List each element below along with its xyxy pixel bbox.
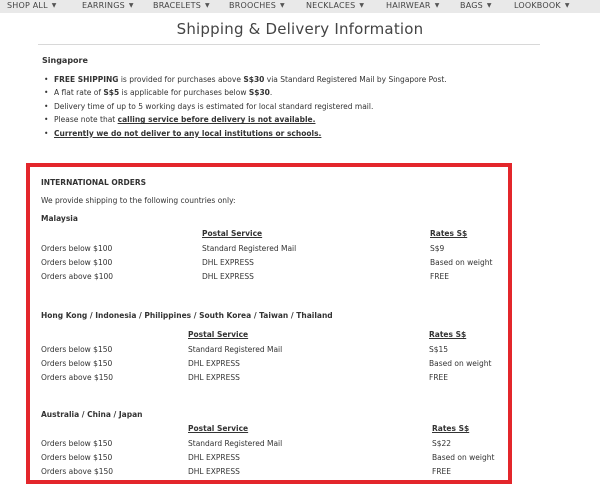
chevron-down-icon: ▼ <box>434 2 440 9</box>
postal-service: DHL EXPRESS <box>188 467 240 476</box>
rate: Based on weight <box>432 453 495 462</box>
chevron-down-icon: ▼ <box>564 2 570 9</box>
international-intro: We provide shipping to the following cou… <box>41 196 236 205</box>
chevron-down-icon: ▼ <box>51 2 57 9</box>
list-item: FREE SHIPPING is provided for purchases … <box>42 73 522 87</box>
order-condition: Orders above $150 <box>41 373 114 382</box>
rate: FREE <box>432 467 452 476</box>
order-condition: Orders below $150 <box>41 453 113 462</box>
nav-item-hairwear[interactable]: HAIRWEAR ▼ <box>386 0 440 13</box>
rate: S$22 <box>432 439 452 448</box>
nav-item-brooches[interactable]: BROOCHES ▼ <box>229 0 285 13</box>
column-header-rates: Rates S$ <box>432 424 470 433</box>
section-title-australia-china-japan: Australia / China / Japan <box>41 410 143 419</box>
list-item: Please note that calling service before … <box>42 113 522 127</box>
postal-service: Standard Registered Mail <box>202 244 297 253</box>
chevron-down-icon: ▼ <box>279 2 285 9</box>
chevron-down-icon: ▼ <box>359 2 365 9</box>
international-heading: INTERNATIONAL ORDERS <box>41 178 147 187</box>
postal-service: DHL EXPRESS <box>188 373 240 382</box>
section-title-malaysia: Malaysia <box>41 214 78 223</box>
rate: FREE <box>430 272 450 281</box>
order-condition: Orders below $150 <box>41 439 113 448</box>
nav-item-bags[interactable]: BAGS ▼ <box>460 0 492 13</box>
order-condition: Orders below $100 <box>41 244 113 253</box>
chevron-down-icon: ▼ <box>204 2 210 9</box>
nav-item-earrings[interactable]: EARRINGS ▼ <box>82 0 134 13</box>
column-header-postal-service: Postal Service <box>188 424 249 433</box>
postal-service: Standard Registered Mail <box>188 345 283 354</box>
postal-service: DHL EXPRESS <box>188 453 240 462</box>
order-condition: Orders above $150 <box>41 467 114 476</box>
top-nav: SHOP ALL ▼ EARRINGS ▼ BRACELETS ▼ BROOCHES ▼… <box>0 0 600 13</box>
title-divider <box>38 44 540 45</box>
column-header-rates: Rates S$ <box>430 229 468 238</box>
order-condition: Orders below $150 <box>41 359 113 368</box>
nav-item-lookbook[interactable]: LOOKBOOK ▼ <box>514 0 570 13</box>
column-header-postal-service: Postal Service <box>188 330 249 339</box>
rate: FREE <box>429 373 449 382</box>
postal-service: Standard Registered Mail <box>188 439 283 448</box>
chevron-down-icon: ▼ <box>128 2 134 9</box>
rate: Based on weight <box>430 258 493 267</box>
list-item: Delivery time of up to 5 working days is… <box>42 100 522 114</box>
page-title: Shipping & Delivery Information <box>176 20 424 38</box>
order-condition: Orders below $100 <box>41 258 113 267</box>
nav-item-necklaces[interactable]: NECKLACES ▼ <box>306 0 364 13</box>
singapore-heading: Singapore <box>42 56 88 65</box>
postal-service: DHL EXPRESS <box>202 258 254 267</box>
nav-item-bracelets[interactable]: BRACELETS ▼ <box>153 0 210 13</box>
list-item: A flat rate of S$5 is applicable for pur… <box>42 86 522 100</box>
nav-item-shop-all[interactable]: SHOP ALL ▼ <box>7 0 57 13</box>
order-condition: Orders below $150 <box>41 345 113 354</box>
list-item: Currently we do not deliver to any local… <box>42 127 522 141</box>
section-title-asia: Hong Kong / Indonesia / Philippines / So… <box>41 311 333 320</box>
rate: S$15 <box>429 345 449 354</box>
singapore-info-list: FREE SHIPPING is provided for purchases … <box>42 73 522 140</box>
rate: S$9 <box>430 244 445 253</box>
postal-service: DHL EXPRESS <box>202 272 254 281</box>
order-condition: Orders above $100 <box>41 272 114 281</box>
rate: Based on weight <box>429 359 492 368</box>
international-orders-highlight <box>26 163 512 484</box>
column-header-rates: Rates S$ <box>429 330 467 339</box>
postal-service: DHL EXPRESS <box>188 359 240 368</box>
chevron-down-icon: ▼ <box>486 2 492 9</box>
column-header-postal-service: Postal Service <box>202 229 263 238</box>
